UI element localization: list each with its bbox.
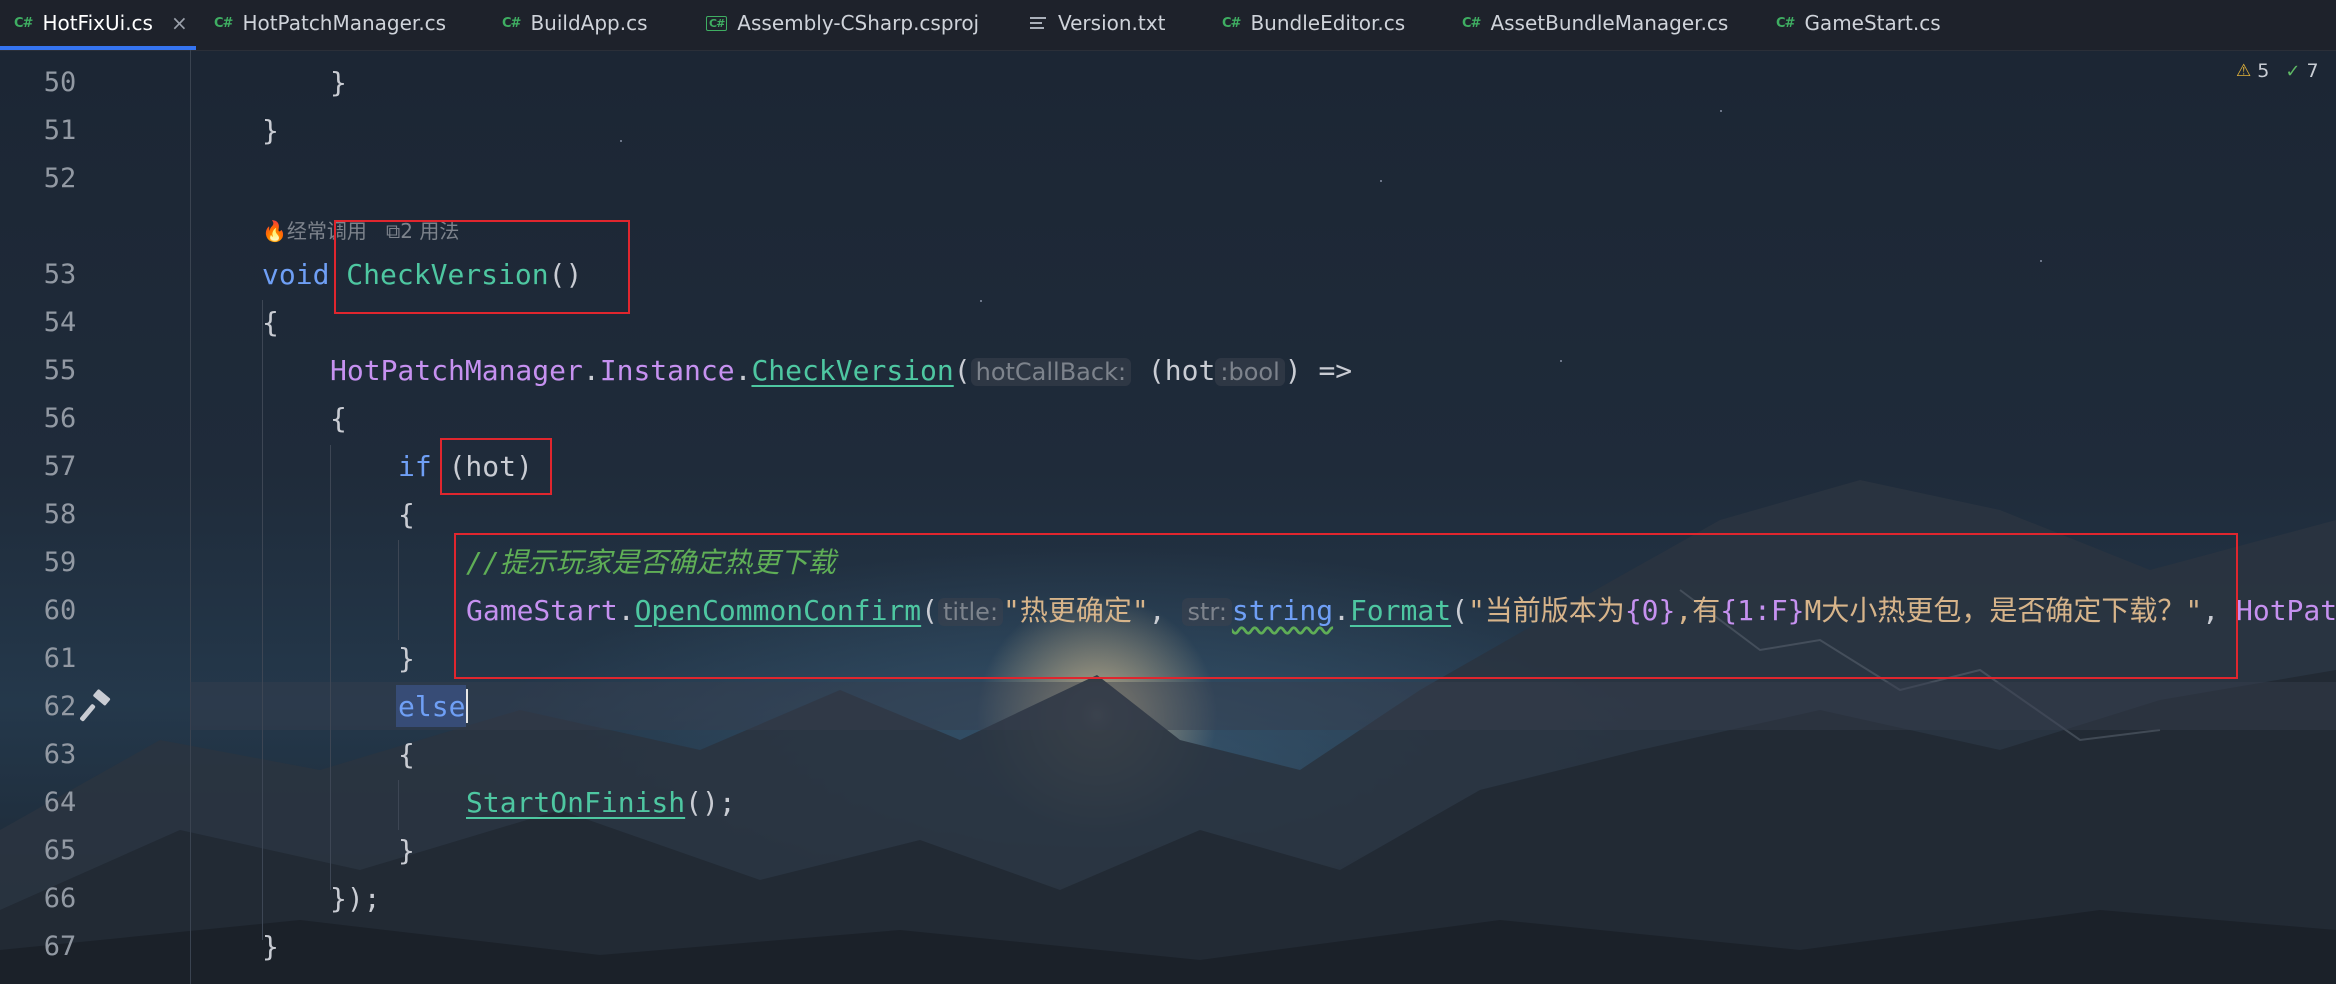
code-line-55: HotPatchManager.Instance.CheckVersion(ho… bbox=[330, 347, 1352, 395]
class-hotpatch-truncated[interactable]: HotPat bbox=[2236, 594, 2336, 627]
code-editor[interactable]: } } 🔥经常调用 ⧉2 用法 void CheckVersion() { Ho… bbox=[0, 0, 2336, 984]
code-line-54: { bbox=[262, 306, 279, 339]
lambda-param: (hot bbox=[1131, 354, 1216, 387]
code-line-63: { bbox=[398, 738, 415, 771]
type-hint-bool: :bool bbox=[1215, 358, 1285, 386]
code-line-64: StartOnFinish(); bbox=[466, 779, 736, 827]
property-instance[interactable]: Instance bbox=[600, 354, 735, 387]
code-line-56: { bbox=[330, 402, 347, 435]
code-line-67: } bbox=[262, 930, 279, 963]
method-startonfinish[interactable]: StartOnFinish bbox=[466, 786, 685, 819]
keyword-void: void bbox=[262, 258, 330, 291]
code-line-61: } bbox=[398, 642, 415, 675]
keyword-else: else bbox=[398, 690, 466, 723]
code-line-51: } bbox=[262, 114, 279, 147]
text-caret bbox=[466, 689, 468, 723]
call-parens: (); bbox=[685, 786, 736, 819]
code-line-50: } bbox=[330, 66, 347, 99]
annotation-box-confirm-dialog bbox=[454, 533, 2238, 679]
keyword-if: if bbox=[398, 450, 432, 483]
code-line-66: }); bbox=[330, 882, 381, 915]
paren: ( bbox=[953, 354, 971, 387]
annotation-box-hot-condition bbox=[440, 438, 552, 495]
annotation-box-checkversion bbox=[334, 220, 630, 314]
dot: . bbox=[582, 354, 600, 387]
lambda-arrow: ) => bbox=[1284, 354, 1353, 387]
class-hotpatchmanager[interactable]: HotPatchManager bbox=[330, 354, 583, 387]
code-line-62: else bbox=[398, 683, 465, 731]
code-line-65: } bbox=[398, 834, 415, 867]
param-hint-hotcallback: hotCallBack: bbox=[970, 358, 1132, 386]
code-line-58: { bbox=[398, 498, 415, 531]
dot: . bbox=[734, 354, 752, 387]
method-checkversion-call[interactable]: CheckVersion bbox=[751, 354, 953, 387]
